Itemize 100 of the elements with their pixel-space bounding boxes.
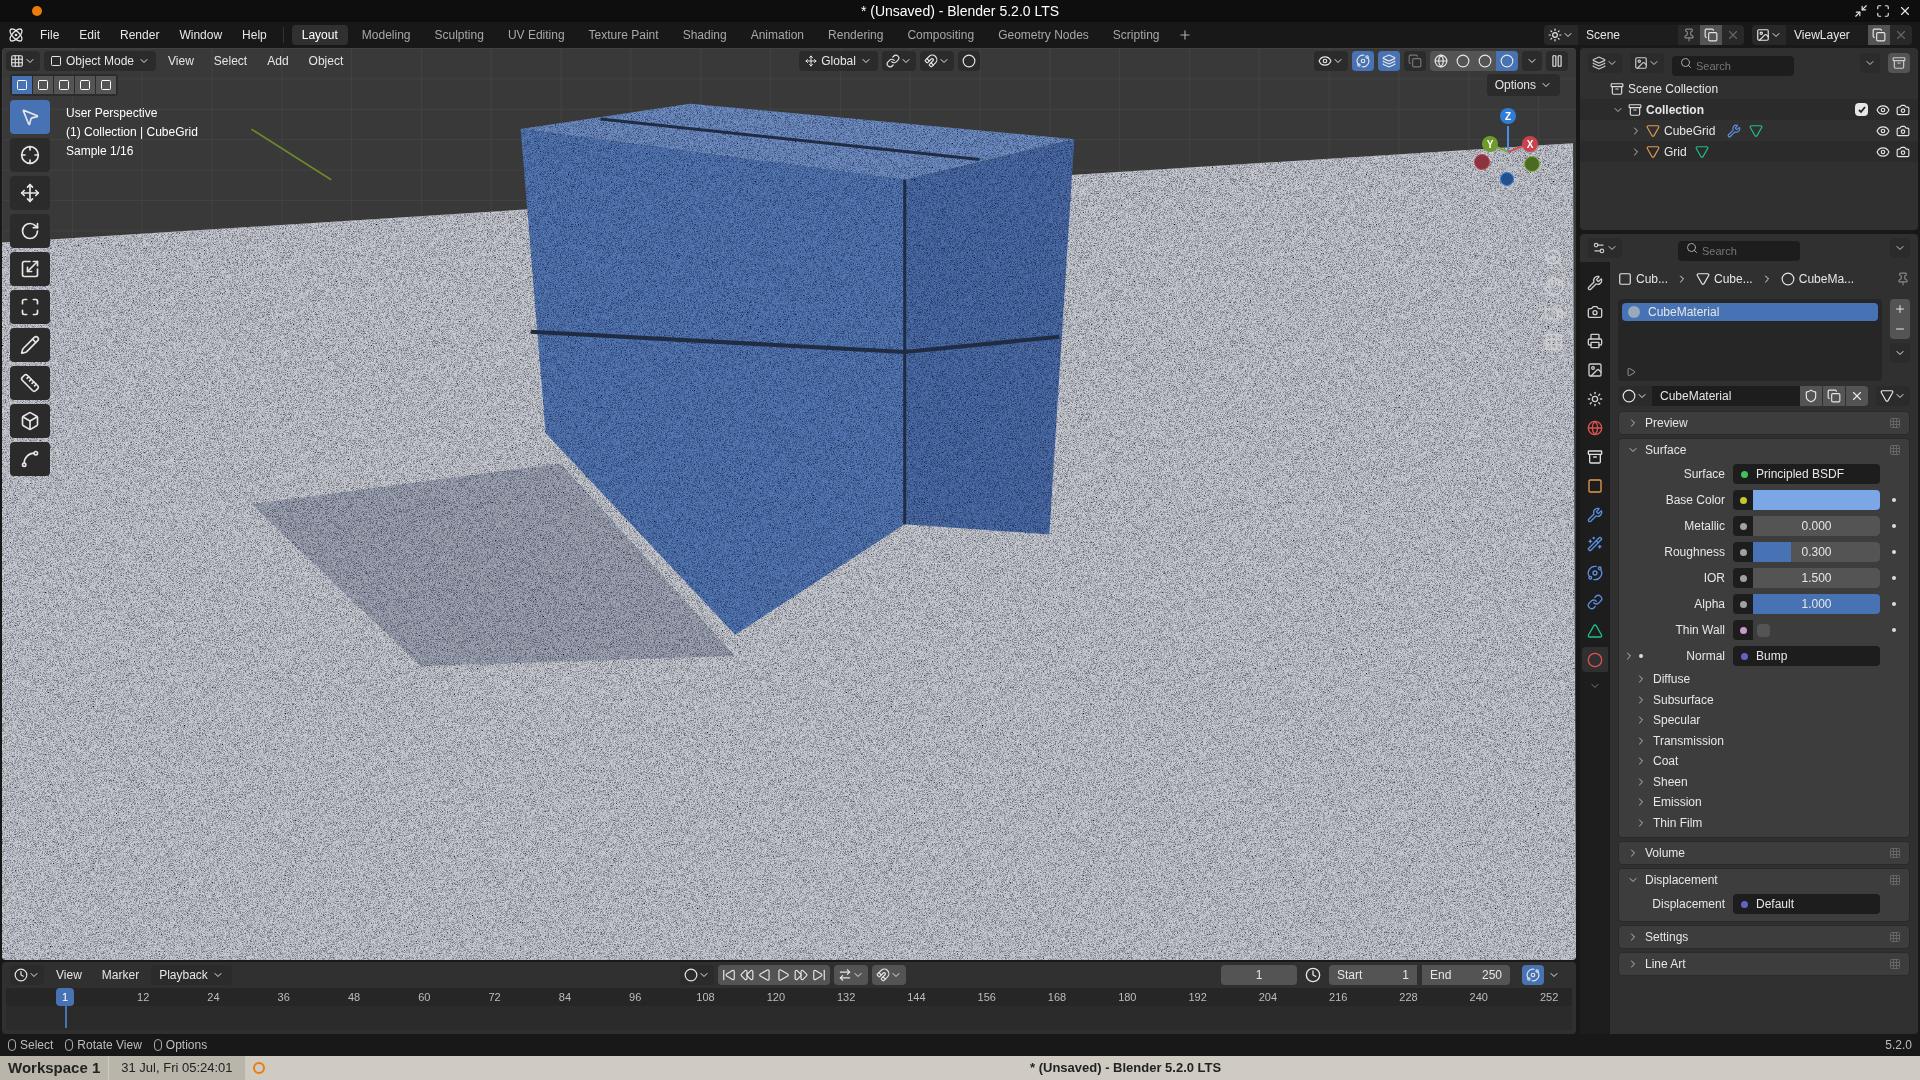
search-field[interactable]: Search [1678,241,1800,261]
number-field[interactable]: 0.000 [1753,516,1880,536]
status-hint: Rotate View [77,1037,142,1054]
workspace-tab[interactable]: Layout [291,25,348,45]
frame-number: 228 [1398,989,1419,1005]
end-frame-field[interactable]: End 250 [1422,965,1510,985]
breadcrumb-item[interactable]: Cub... [1636,270,1668,288]
value-slider[interactable]: 0.300 [1753,542,1880,562]
start-frame-field[interactable]: Start 1 [1329,965,1417,985]
shader-link-field[interactable]: Bump [1733,646,1880,666]
property-label: Metallic [1683,518,1726,535]
options-dropdown[interactable]: Options [1486,74,1560,96]
outliner-item[interactable]: Grid [1664,142,1687,161]
menu-item[interactable]: Render [112,25,168,45]
mode-dropdown[interactable]: Object Mode [44,51,157,71]
frame-number: 108 [695,989,716,1005]
workspace-tab[interactable]: Animation [740,25,815,45]
property-label: Thin Wall [1674,622,1726,639]
workspace-tab[interactable]: Sculpting [424,25,494,45]
frame-number: 252 [1538,989,1560,1005]
view-layer-name-field[interactable]: ViewLayer [1786,25,1868,45]
property-label: Normal [1685,648,1726,665]
property-label: IOR [1702,570,1726,587]
menu-item[interactable]: Marker [93,965,148,985]
property-label: Base Color [1664,492,1726,509]
panel-title[interactable]: Volume [1645,844,1686,862]
workspace-tab[interactable]: Rendering [818,25,894,45]
outliner-item[interactable]: CubeGrid [1664,121,1716,140]
playback-dropdown[interactable]: Playback [151,965,232,985]
navigation-gizmo[interactable]: Z Y X [1466,108,1546,188]
scene-name-field[interactable]: Scene [1578,25,1678,45]
panel-title[interactable]: Settings [1645,928,1689,946]
panel-title[interactable]: Line Art [1645,955,1686,973]
workspace-tab[interactable]: UV Editing [497,25,575,45]
menu-item[interactable]: View [48,965,90,985]
frame-number: 60 [417,989,432,1005]
breadcrumb-item[interactable]: Cube... [1714,270,1753,288]
subpanel-title[interactable]: Subsurface [1653,690,1714,709]
menu-item[interactable]: Window [171,25,231,45]
subpanel-title[interactable]: Emission [1653,793,1702,812]
subpanel-title[interactable]: Sheen [1653,772,1688,791]
outliner-item[interactable]: Collection [1646,100,1704,119]
shader-link-field[interactable]: Default [1733,894,1880,914]
menu-item[interactable]: View [160,51,202,71]
breadcrumb-item[interactable]: CubeMa... [1798,270,1855,288]
frame-number: 24 [206,989,221,1005]
workspace-tab[interactable]: Texture Paint [578,25,669,45]
frame-number: 180 [1117,989,1138,1005]
workspace-label[interactable]: Workspace 1 [0,1056,109,1080]
shader-link-field[interactable]: Principled BSDF [1733,464,1880,484]
menu-item[interactable]: Select [205,51,256,71]
search-field[interactable]: Search [1672,56,1794,76]
subpanel-title[interactable]: Coat [1653,752,1679,771]
material-name-field[interactable]: CubeMaterial [1652,386,1800,406]
subpanel-title[interactable]: Diffuse [1653,670,1691,689]
outliner-item[interactable]: Scene Collection [1628,79,1719,98]
subpanel-title[interactable]: Thin Film [1653,813,1703,832]
frame-number: 120 [765,989,786,1005]
viewport-info-text: (1) Collection | CubeGrid [66,124,198,141]
material-slot[interactable]: CubeMaterial [1622,303,1878,321]
menu-item[interactable]: Add [259,51,297,71]
current-frame-field[interactable]: 1 [1221,965,1297,985]
frame-number: 132 [835,989,857,1005]
property-label: Alpha [1693,596,1726,613]
taskbar-window-title[interactable]: * (Unsaved) - Blender 5.2.0 LTS [1030,1058,1222,1078]
menu-item[interactable]: Object [300,51,352,71]
subpanel-title[interactable]: Specular [1653,711,1701,730]
number-field[interactable]: 1.500 [1753,568,1880,588]
workspace-tab[interactable]: Compositing [897,25,985,45]
viewport-info-text: User Perspective [66,105,159,122]
frame-number: 48 [346,989,362,1005]
status-hint: Select [20,1037,54,1054]
panel-title[interactable]: Surface [1645,441,1687,459]
menu-item[interactable]: File [32,25,68,45]
workspace-tab[interactable]: Geometry Nodes [988,25,1099,45]
value-slider[interactable]: 1.000 [1753,594,1880,614]
frame-number: 84 [557,989,573,1005]
workspace-tab[interactable]: Scripting [1102,25,1170,45]
property-label: Roughness [1663,544,1726,561]
frame-number: 204 [1257,989,1279,1005]
window-title: * (Unsaved) - Blender 5.2.0 LTS [860,1,1060,21]
frame-number: 36 [276,989,291,1005]
property-label: Surface [1682,466,1726,483]
menu-item[interactable]: Help [234,25,275,45]
clock-text: 31 Jul, Fri 05:24:01 [109,1056,245,1080]
status-hint: Options [165,1037,208,1054]
frame-number: 168 [1046,989,1068,1005]
subpanel-title[interactable]: Transmission [1653,731,1724,750]
workspace-tab[interactable]: Shading [672,25,737,45]
frame-number: 192 [1187,989,1208,1005]
playhead[interactable]: 1 [56,988,75,1006]
frame-number: 96 [628,989,643,1005]
viewport-info-text: Sample 1/16 [66,143,135,160]
workspace-tab[interactable]: Modeling [351,25,421,45]
panel-title[interactable]: Displacement [1645,871,1718,889]
menu-item[interactable]: Edit [71,25,109,45]
orientation-dropdown[interactable]: Global [799,51,878,71]
frame-number: 216 [1328,989,1349,1005]
version-text: 5.2.0 [1885,1037,1912,1054]
panel-title[interactable]: Preview [1645,414,1688,432]
